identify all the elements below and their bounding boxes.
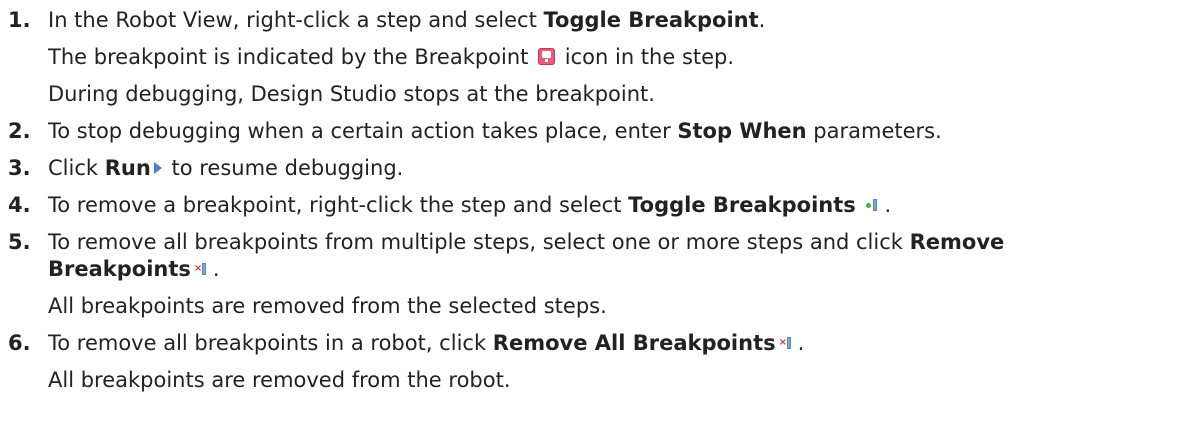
ui-term: Run [104, 156, 151, 180]
ui-term: Breakpoints [48, 257, 191, 281]
step-text-continued: Breakpoints ×. [48, 257, 220, 281]
step-text: To remove a breakpoint, right-click the … [48, 193, 892, 217]
step-1: 1. In the Robot View, right-click a step… [0, 7, 1182, 108]
instruction-list: 1. In the Robot View, right-click a step… [0, 7, 1182, 394]
toggle-breakpoints-icon [865, 198, 881, 212]
step-4: 4. To remove a breakpoint, right-click t… [0, 192, 1182, 219]
step-number: 3. [8, 156, 31, 180]
step-text: To remove all breakpoints in a robot, cl… [48, 331, 805, 355]
step-number: 4. [8, 193, 31, 217]
step-2: 2. To stop debugging when a certain acti… [0, 118, 1182, 145]
ui-term: Remove [909, 230, 1005, 254]
step-note: The breakpoint is indicated by the Break… [48, 45, 735, 69]
ui-term: Toggle Breakpoints [628, 193, 856, 217]
ui-term: Remove All Breakpoints [492, 331, 776, 355]
step-text: Click Run to resume debugging. [48, 156, 404, 180]
step-3: 3. Click Run to resume debugging. [0, 155, 1182, 182]
step-text: To stop debugging when a certain action … [48, 119, 942, 143]
ui-term: Stop When [677, 119, 807, 143]
breakpoint-icon [538, 47, 556, 65]
step-note: All breakpoints are removed from the sel… [48, 294, 607, 318]
step-6: 6. To remove all breakpoints in a robot,… [0, 330, 1182, 394]
step-text: To remove all breakpoints from multiple … [48, 230, 1005, 254]
step-5: 5. To remove all breakpoints from multip… [0, 229, 1182, 320]
step-number: 1. [8, 8, 31, 32]
remove-breakpoints-icon: × [194, 262, 210, 276]
ui-term: Toggle Breakpoint [543, 8, 759, 32]
remove-all-breakpoints-icon: × [779, 336, 795, 350]
step-note: All breakpoints are removed from the rob… [48, 368, 511, 392]
step-note: During debugging, Design Studio stops at… [48, 82, 655, 106]
step-number: 2. [8, 119, 31, 143]
step-number: 5. [8, 230, 31, 254]
step-text: In the Robot View, right-click a step an… [48, 8, 766, 32]
run-icon [153, 161, 162, 174]
step-number: 6. [8, 331, 31, 355]
